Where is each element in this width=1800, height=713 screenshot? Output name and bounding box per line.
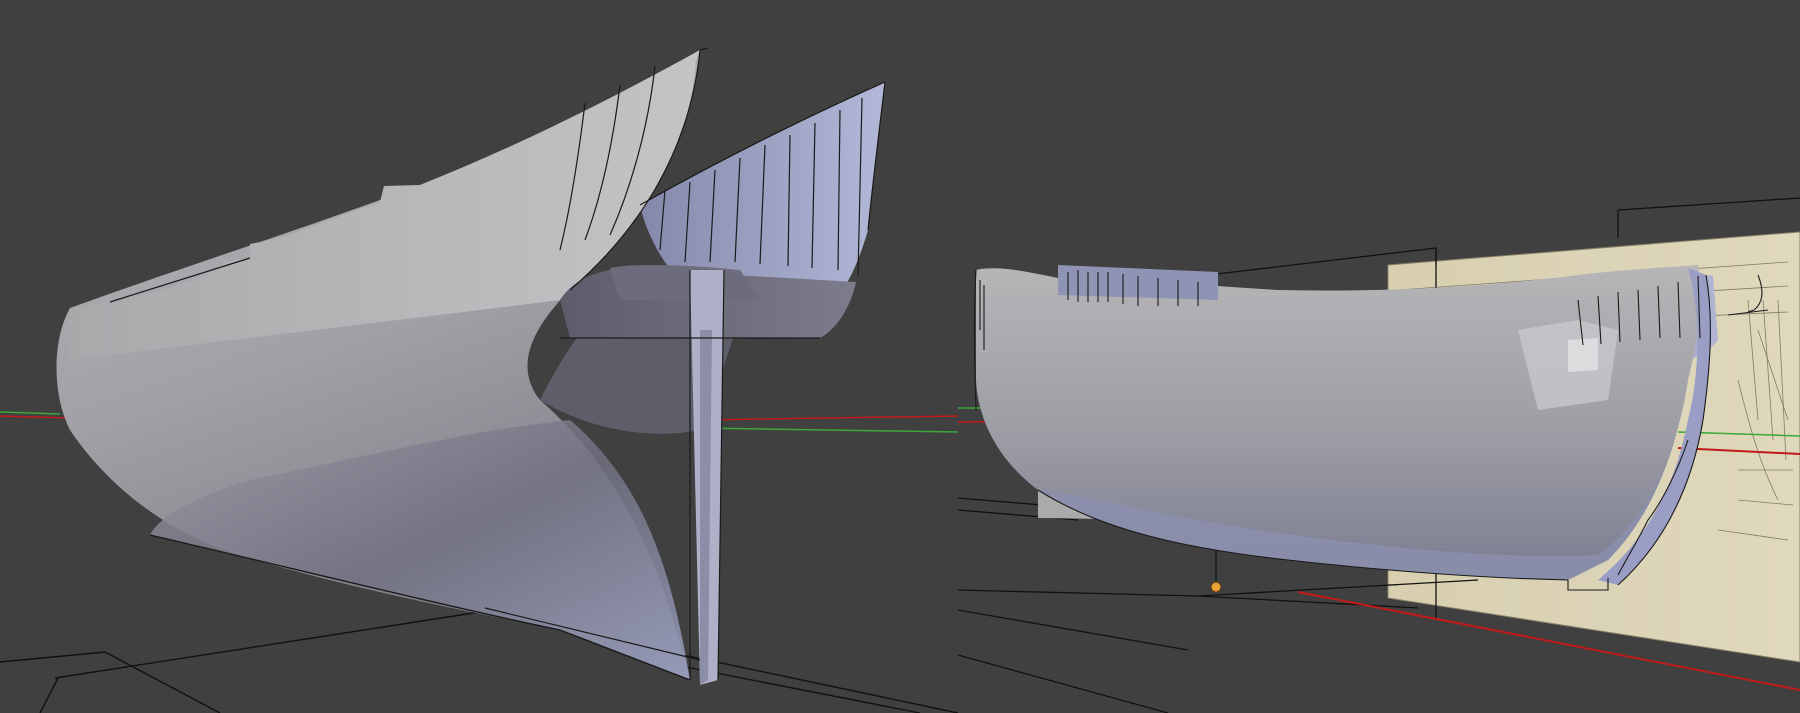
floor-grid xyxy=(0,611,958,713)
viewport-left[interactable] xyxy=(0,0,958,713)
object-origin-dot[interactable] xyxy=(1210,581,1222,593)
ship-hull-mesh[interactable] xyxy=(976,265,1718,585)
viewport-right[interactable] xyxy=(958,0,1800,713)
viewport-right-canvas[interactable] xyxy=(958,0,1800,713)
ship-hull-mesh[interactable] xyxy=(56,50,886,685)
modeling-workspace xyxy=(0,0,1800,713)
viewport-left-canvas[interactable] xyxy=(0,0,958,713)
